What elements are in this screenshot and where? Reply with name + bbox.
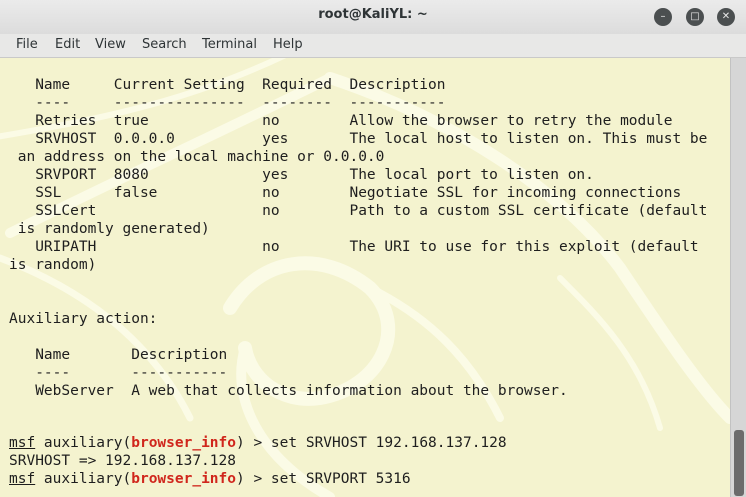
minimize-button[interactable]: –	[654, 8, 672, 26]
menu-search[interactable]: Search	[142, 37, 187, 52]
terminal-line: ---- --------------- -------- ----------…	[9, 95, 446, 111]
terminal-line: an address on the local machine or 0.0.0…	[9, 149, 385, 165]
terminal-line: Auxiliary action:	[9, 311, 158, 327]
terminal-line: ---- -----------	[9, 365, 228, 381]
terminal-line: URIPATH no The URI to use for this explo…	[9, 239, 699, 255]
prompt-suffix: ) >	[236, 471, 271, 487]
window-title: root@KaliYL: ~	[318, 7, 428, 22]
terminal-line: SSLCert no Path to a custom SSL certific…	[9, 203, 708, 219]
menu-terminal[interactable]: Terminal	[202, 37, 257, 52]
prompt-prefix: auxiliary(	[35, 471, 132, 487]
terminal-output[interactable]: Name Current Setting Required Descriptio…	[0, 58, 730, 497]
menu-edit[interactable]: Edit	[55, 37, 80, 52]
title-bar[interactable]: root@KaliYL: ~ – □ ✕	[0, 0, 746, 35]
close-button[interactable]: ✕	[717, 8, 735, 26]
prompt-msf: msf	[9, 435, 36, 451]
prompt-line: msf auxiliary(browser_info) > set SRVPOR…	[9, 470, 411, 488]
terminal-line: SSL false no Negotiate SSL for incoming …	[9, 185, 682, 201]
command-text: set SRVPORT 5316	[270, 471, 411, 487]
menu-help[interactable]: Help	[273, 37, 303, 52]
command-output: SRVHOST => 192.168.137.128	[9, 453, 236, 469]
menu-view[interactable]: View	[95, 37, 126, 52]
terminal-line: Retries true no Allow the browser to ret…	[9, 113, 673, 129]
terminal-line: is randomly generated)	[9, 221, 210, 237]
terminal-window: root@KaliYL: ~ – □ ✕ File Edit View Sear…	[0, 0, 746, 497]
prompt-msf: msf	[9, 471, 36, 487]
prompt-line: msf auxiliary(browser_info) > set SRVHOS…	[9, 434, 507, 452]
prompt-prefix: auxiliary(	[35, 435, 132, 451]
prompt-module: browser_info	[131, 435, 236, 451]
menu-bar: File Edit View Search Terminal Help	[0, 34, 746, 58]
terminal-line: WebServer A web that collects informatio…	[9, 383, 568, 399]
prompt-suffix: ) >	[236, 435, 271, 451]
terminal-line: SRVPORT 8080 yes The local port to liste…	[9, 167, 594, 183]
terminal-line: Name Description	[9, 347, 228, 363]
maximize-button[interactable]: □	[686, 8, 704, 26]
command-text: set SRVHOST 192.168.137.128	[270, 435, 507, 451]
terminal-line: Name Current Setting Required Descriptio…	[9, 77, 446, 93]
prompt-module: browser_info	[131, 471, 236, 487]
scrollbar-thumb[interactable]	[734, 430, 744, 496]
vertical-scrollbar[interactable]	[730, 58, 746, 497]
menu-file[interactable]: File	[16, 37, 38, 52]
terminal-line: SRVHOST 0.0.0.0 yes The local host to li…	[9, 131, 708, 147]
terminal-line: is random)	[9, 257, 97, 273]
